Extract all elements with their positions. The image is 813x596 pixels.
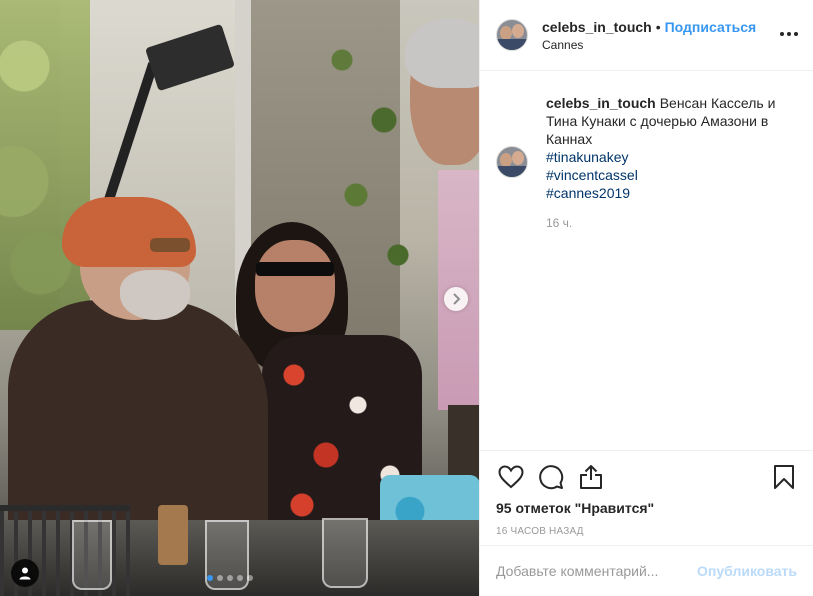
caption: celebs_in_touch Венсан Кассель и Тина Кун… (496, 94, 797, 232)
share-button[interactable] (576, 462, 606, 492)
share-icon (580, 465, 602, 489)
caption-timestamp[interactable]: 16 ч. (546, 214, 786, 232)
action-icon-row (496, 451, 797, 499)
post-photo[interactable] (0, 0, 479, 596)
chevron-right-icon (453, 293, 461, 305)
photo-woman-sunglasses (256, 262, 334, 276)
carousel-dot (237, 575, 243, 581)
hashtag-link[interactable]: #cannes2019 (546, 184, 786, 202)
follow-button[interactable]: Подписаться (665, 19, 757, 35)
avatar[interactable] (496, 19, 528, 51)
carousel-next-button[interactable] (444, 287, 468, 311)
carousel-indicator (207, 575, 253, 581)
post-side-panel: celebs_in_touch • Подписаться Cannes cel… (479, 0, 813, 596)
photo-glass (322, 518, 368, 588)
comment-input[interactable] (496, 563, 698, 579)
location-link[interactable]: Cannes (542, 38, 756, 52)
photo-shaker (158, 505, 188, 565)
photo-standing-man-hair (405, 18, 479, 88)
username-link[interactable]: celebs_in_touch (542, 19, 652, 35)
carousel-dot (247, 575, 253, 581)
photo-woman-face (255, 240, 335, 332)
carousel-dot-active (207, 575, 213, 581)
photo-man-beard (120, 270, 190, 320)
comment-button[interactable] (536, 462, 566, 492)
like-button[interactable] (496, 462, 526, 492)
save-button[interactable] (769, 462, 799, 492)
photo-glass (72, 520, 112, 590)
add-comment-bar: Опубликовать (480, 545, 813, 596)
post-actions: 95 отметок "Нравится" 16 часов назад (480, 450, 813, 546)
caption-body: celebs_in_touch Венсан Кассель и Тина Кун… (546, 94, 786, 232)
heart-icon (498, 465, 524, 489)
likes-count[interactable]: 95 отметок "Нравится" (496, 500, 797, 516)
carousel-dot (217, 575, 223, 581)
post-header: celebs_in_touch • Подписаться Cannes (480, 0, 813, 71)
hashtag-link[interactable]: #tinakunakey (546, 148, 786, 166)
user-tag-icon (19, 567, 31, 580)
hashtag-link[interactable]: #vincentcassel (546, 166, 786, 184)
separator-dot: • (655, 18, 661, 35)
comments-section: celebs_in_touch Венсан Кассель и Тина Кун… (480, 72, 813, 450)
post-timestamp[interactable]: 16 часов назад (496, 526, 797, 537)
photo-man-glasses (150, 238, 190, 252)
carousel-dot (227, 575, 233, 581)
photo-foliage-left (0, 0, 90, 330)
avatar[interactable] (496, 146, 528, 178)
caption-username-link[interactable]: celebs_in_touch (546, 95, 656, 111)
comment-icon (539, 465, 564, 490)
bookmark-icon (774, 465, 794, 489)
post-header-meta: celebs_in_touch • Подписаться Cannes (542, 19, 756, 52)
more-options-icon[interactable] (779, 26, 799, 42)
tagged-users-button[interactable] (11, 559, 39, 587)
publish-button[interactable]: Опубликовать (697, 563, 797, 579)
